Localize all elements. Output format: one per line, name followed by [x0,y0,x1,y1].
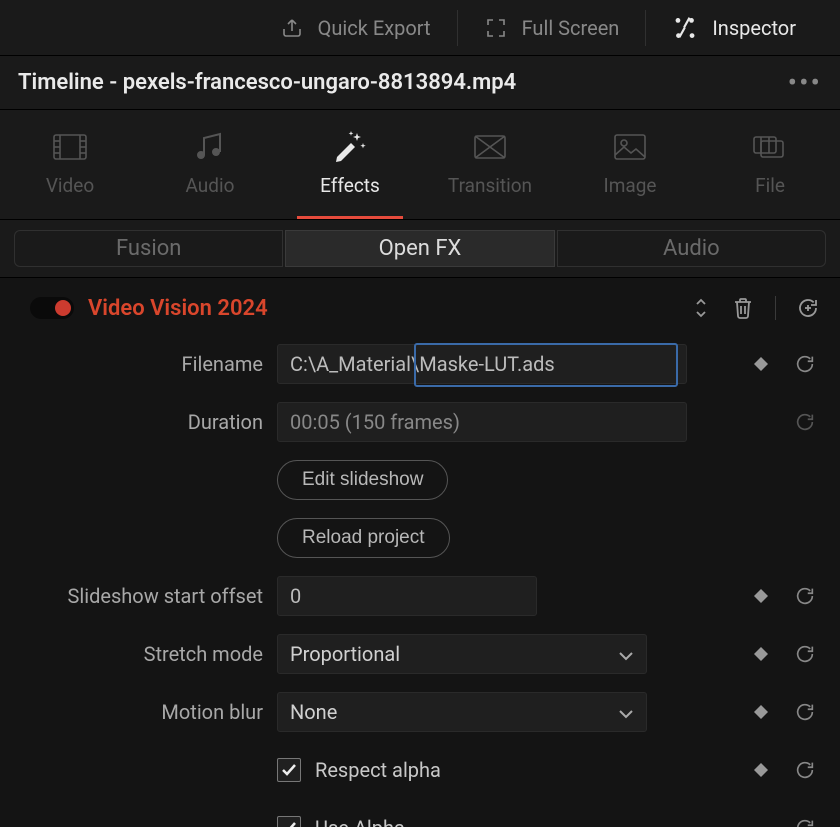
plugin-enable-toggle[interactable] [30,297,74,319]
plugin-name: Video Vision 2024 [88,296,673,321]
duration-value: 00:05 (150 frames) [290,410,460,434]
tab-image-label: Image [604,174,657,197]
stretch-mode-reset-button[interactable] [788,643,822,665]
plugin-header: Video Vision 2024 [0,278,840,338]
plugin-parameter-list: Filename Duration 00:05 (150 frames) Edi… [0,338,840,827]
inspector-label: Inspector [712,16,796,40]
slideshow-start-offset-field[interactable] [277,576,537,616]
export-icon [280,16,304,40]
chevron-down-icon [618,642,634,666]
filename-label: Filename [18,352,263,376]
motion-blur-value: None [290,700,337,724]
inspector-button[interactable]: Inspector [646,0,822,56]
param-motion-blur: Motion blur None [18,690,822,734]
param-filename: Filename [18,342,822,386]
filename-reset-button[interactable] [788,353,822,375]
effects-sub-tabs: Fusion Open FX Audio [0,220,840,278]
clip-title: Timeline - pexels-francesco-ungaro-88138… [18,70,784,95]
full-screen-label: Full Screen [522,16,620,40]
transition-icon [474,132,506,162]
stretch-mode-keyframe-button[interactable] [748,647,774,661]
chevron-down-icon [618,700,634,724]
video-icon [53,132,87,162]
plugin-delete-button[interactable] [729,294,757,322]
duration-field: 00:05 (150 frames) [277,402,687,442]
tab-transition-label: Transition [448,174,532,197]
inspector-topbar: Quick Export Full Screen Inspector [0,0,840,56]
tab-effects[interactable]: Effects [280,110,420,219]
reload-project-button[interactable]: Reload project [277,518,450,558]
tab-transition[interactable]: Transition [420,110,560,219]
param-reload-project: Reload project [18,516,822,560]
sub-tab-open-fx[interactable]: Open FX [285,230,554,267]
motion-blur-label: Motion blur [18,700,263,724]
tab-audio-label: Audio [186,174,235,197]
audio-icon [196,132,224,162]
param-respect-alpha: Respect alpha [18,748,822,792]
image-icon [614,132,646,162]
slideshow-start-offset-reset-button[interactable] [788,585,822,607]
header-separator [775,296,776,320]
clip-title-bar: Timeline - pexels-francesco-ungaro-88138… [0,56,840,110]
slideshow-start-offset-keyframe-button[interactable] [748,589,774,603]
slideshow-start-offset-input[interactable] [290,584,524,608]
more-options-button[interactable]: ••• [784,78,826,88]
inspector-icon [672,15,698,41]
param-duration: Duration 00:05 (150 frames) [18,400,822,444]
fullscreen-icon [484,16,508,40]
tab-file[interactable]: File [700,110,840,219]
quick-export-label: Quick Export [318,16,431,40]
slideshow-start-offset-label: Slideshow start offset [18,584,263,608]
stretch-mode-select[interactable]: Proportional [277,634,647,674]
param-edit-slideshow: Edit slideshow [18,458,822,502]
param-slideshow-start-offset: Slideshow start offset [18,574,822,618]
file-icon [753,132,787,162]
tab-video-label: Video [46,174,94,197]
sub-tab-audio[interactable]: Audio [557,230,826,267]
motion-blur-reset-button[interactable] [788,701,822,723]
effects-icon [333,132,367,162]
duration-label: Duration [18,410,263,434]
duration-reset-button[interactable] [788,411,822,433]
use-alpha-label: Use Alpha [315,816,405,827]
tab-effects-label: Effects [320,174,380,197]
respect-alpha-reset-button[interactable] [788,759,822,781]
filename-keyframe-button[interactable] [748,357,774,371]
tab-image[interactable]: Image [560,110,700,219]
tab-file-label: File [755,174,785,197]
motion-blur-select[interactable]: None [277,692,647,732]
stretch-mode-label: Stretch mode [18,642,263,666]
tab-audio[interactable]: Audio [140,110,280,219]
param-stretch-mode: Stretch mode Proportional [18,632,822,676]
edit-slideshow-button[interactable]: Edit slideshow [277,460,448,500]
use-alpha-reset-button[interactable] [788,817,822,827]
filename-field[interactable] [277,344,687,384]
tab-video[interactable]: Video [0,110,140,219]
plugin-reset-all-button[interactable] [794,294,822,322]
param-use-alpha: Use Alpha [18,806,822,827]
motion-blur-keyframe-button[interactable] [748,705,774,719]
filename-input[interactable] [290,352,674,376]
respect-alpha-checkbox[interactable] [277,758,301,782]
plugin-collapse-button[interactable] [687,294,715,322]
respect-alpha-keyframe-button[interactable] [748,763,774,777]
use-alpha-checkbox[interactable] [277,816,301,827]
quick-export-button[interactable]: Quick Export [254,0,457,56]
inspector-category-tabs: Video Audio Effects Transition [0,110,840,220]
stretch-mode-value: Proportional [290,642,400,666]
respect-alpha-label: Respect alpha [315,758,441,782]
sub-tab-fusion[interactable]: Fusion [14,230,283,267]
full-screen-button[interactable]: Full Screen [458,0,646,56]
